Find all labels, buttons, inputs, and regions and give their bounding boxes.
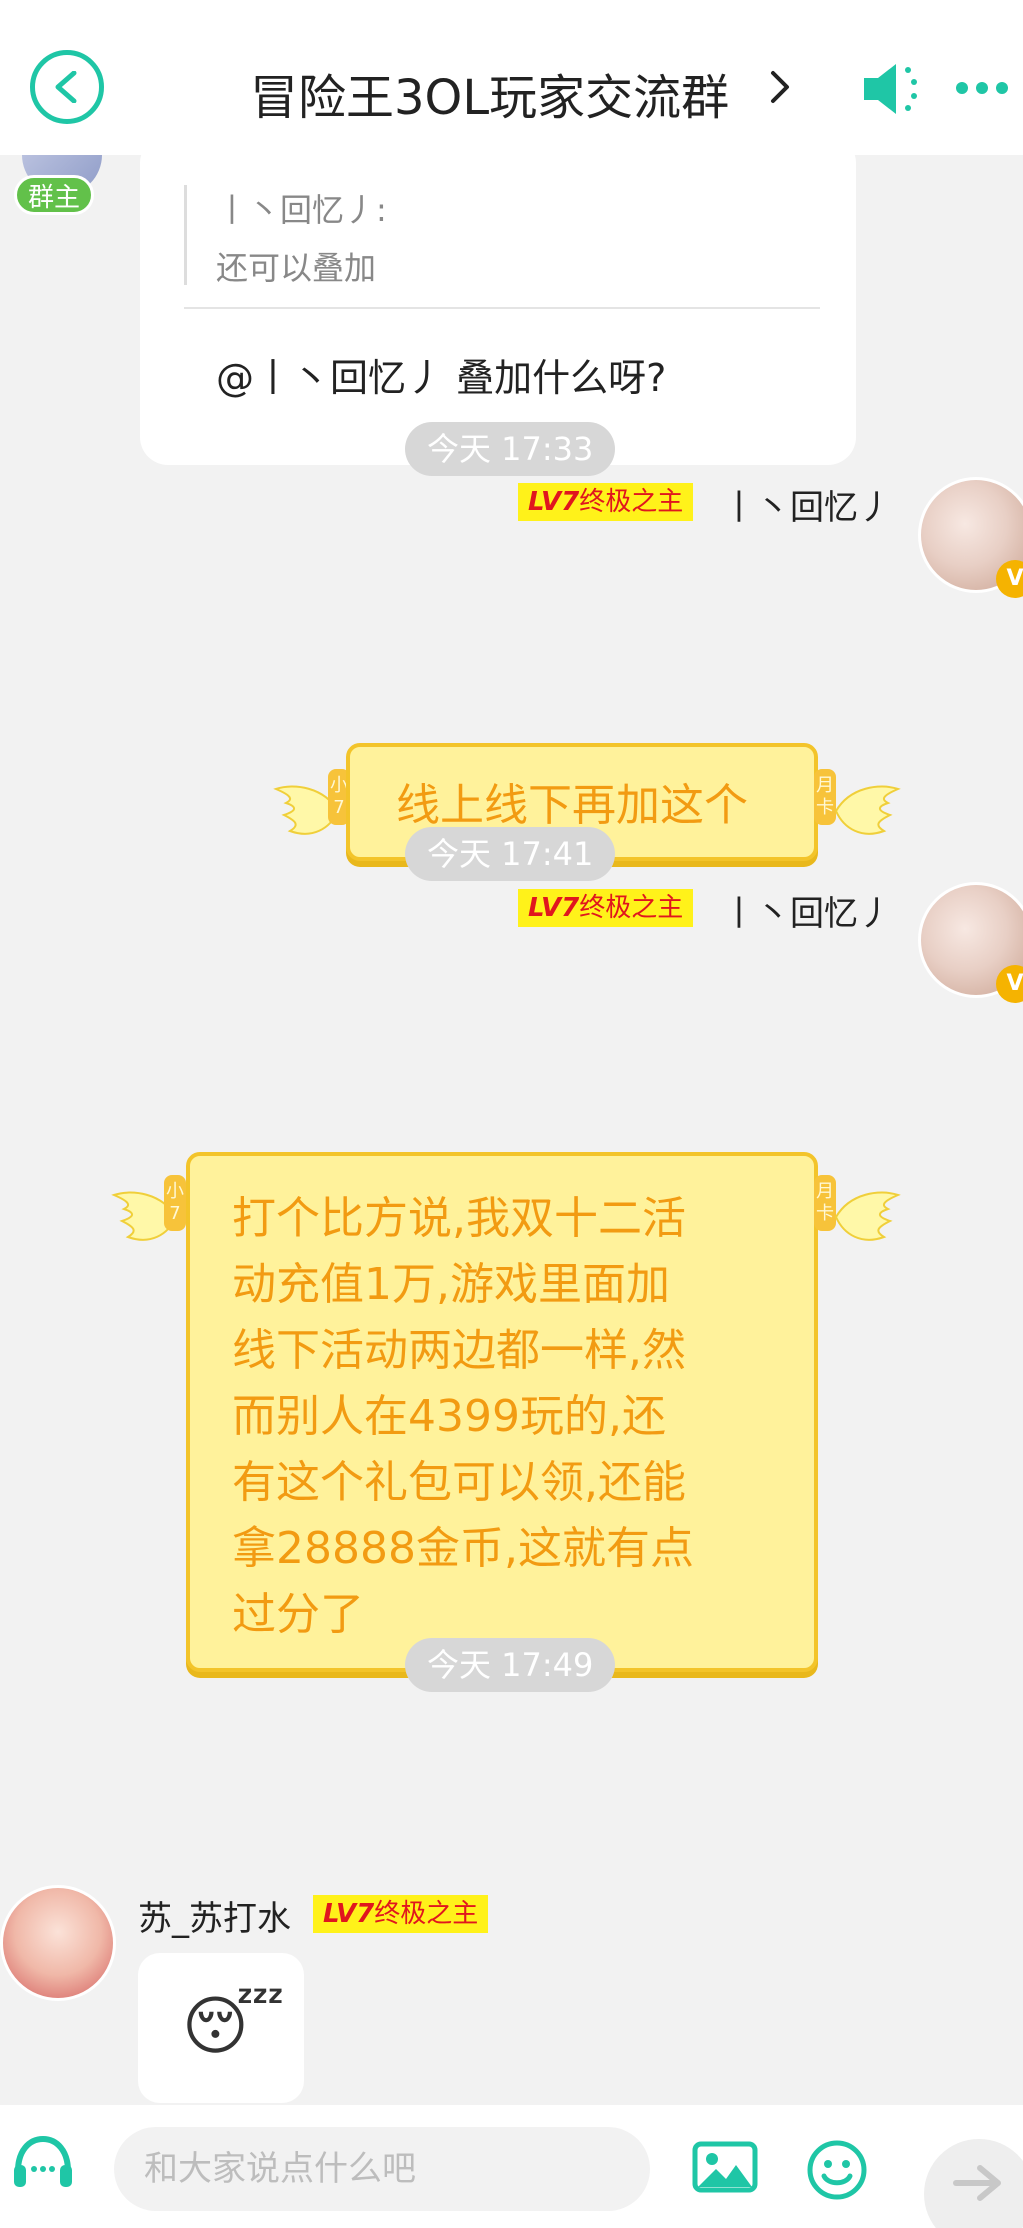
speaker-icon[interactable] xyxy=(862,62,928,116)
image-icon[interactable] xyxy=(692,2141,758,2193)
send-arrow-icon xyxy=(953,2165,1001,2201)
chat-area[interactable]: 群主 丨丶回忆丿: 还可以叠加 @丨丶回忆丿 叠加什么呀? 今天 17:33 L… xyxy=(0,155,1023,2105)
message-input[interactable] xyxy=(114,2127,650,2211)
emoji-message-bubble[interactable]: 😴 xyxy=(138,1953,304,2103)
level-number: LV7 xyxy=(528,893,580,923)
send-button[interactable] xyxy=(924,2139,1023,2228)
level-number: LV7 xyxy=(323,1899,375,1929)
headset-icon[interactable] xyxy=(8,2133,78,2197)
reply-message-card[interactable]: 丨丶回忆丿: 还可以叠加 @丨丶回忆丿 叠加什么呀? xyxy=(140,155,856,465)
quote-bar xyxy=(184,185,187,285)
divider xyxy=(184,307,820,309)
message-bubble[interactable]: 打个比方说,我双十二活 动充值1万,游戏里面加 线下活动两边都一样,然 而别人在… xyxy=(186,1152,818,1672)
timestamp: 今天 17:49 xyxy=(405,1638,616,1692)
sender-name[interactable]: 苏_苏打水 xyxy=(138,1891,291,1940)
level-number: LV7 xyxy=(528,487,580,517)
vip-badge-icon: V xyxy=(996,965,1023,1003)
message-line: 而别人在4399玩的,还 xyxy=(232,1391,666,1442)
input-bar xyxy=(0,2105,1023,2228)
level-badge: LV7终极之主 xyxy=(313,1895,489,1933)
level-title: 终极之主 xyxy=(579,893,684,923)
chat-header: 冒险王3OL玩家交流群 xyxy=(0,0,1023,155)
more-icon[interactable] xyxy=(954,80,1010,96)
bubble-tag-right: 月卡 xyxy=(814,1175,836,1231)
avatar[interactable] xyxy=(0,1885,116,2001)
group-title[interactable]: 冒险王3OL玩家交流群 xyxy=(250,58,729,128)
emoji: 😴 xyxy=(182,1990,285,2064)
message-line: 线下活动两边都一样,然 xyxy=(232,1325,686,1376)
message-line: 动充值1万,游戏里面加 xyxy=(232,1259,670,1310)
back-button[interactable] xyxy=(30,50,104,124)
timestamp: 今天 17:41 xyxy=(405,827,616,881)
owner-badge: 群主 xyxy=(14,175,94,215)
vip-badge-icon: V xyxy=(996,560,1023,598)
emoji-icon[interactable] xyxy=(806,2139,868,2201)
level-badge: LV7终极之主 xyxy=(518,483,694,521)
sender-name[interactable]: 丨丶回忆丿 xyxy=(722,886,892,935)
wing-right-icon xyxy=(834,1191,901,1241)
level-badge: LV7终极之主 xyxy=(518,889,694,927)
timestamp: 今天 17:33 xyxy=(405,422,616,476)
message-line: 打个比方说,我双十二活 xyxy=(232,1193,686,1244)
quote-text: 还可以叠加 xyxy=(216,249,377,287)
bubble-tag-left: 小7 xyxy=(164,1175,186,1231)
chevron-right-icon[interactable] xyxy=(770,70,790,104)
level-title: 终极之主 xyxy=(374,1899,479,1929)
message-line: 拿28888金币,这就有点 xyxy=(232,1523,694,1574)
quote-sender: 丨丶回忆丿: xyxy=(216,191,387,229)
level-title: 终极之主 xyxy=(579,487,684,517)
message-line: 有这个礼包可以领,还能 xyxy=(232,1457,686,1508)
wing-right-icon xyxy=(834,785,901,835)
chevron-left-icon xyxy=(55,71,77,103)
bubble-tag-right: 月卡 xyxy=(814,769,836,825)
sender-name[interactable]: 丨丶回忆丿 xyxy=(722,480,892,529)
reply-text: @丨丶回忆丿 叠加什么呀? xyxy=(216,356,667,400)
